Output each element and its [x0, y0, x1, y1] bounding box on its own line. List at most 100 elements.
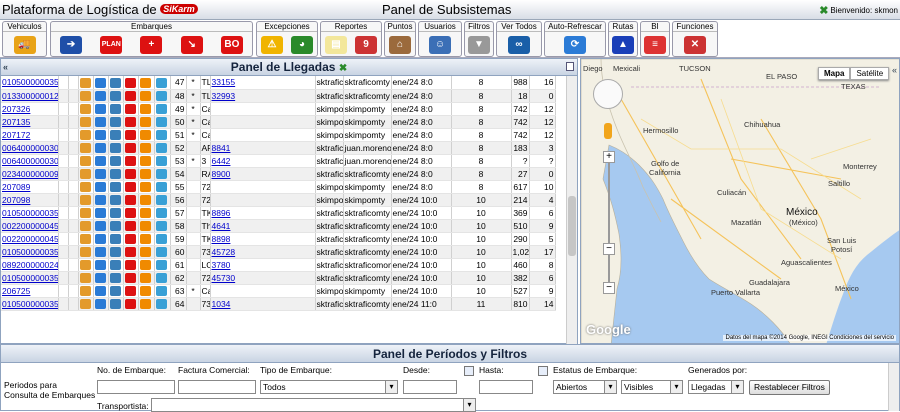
comment-icon[interactable] — [156, 103, 167, 114]
comment-icon[interactable] — [156, 168, 167, 179]
zoom-slider-track[interactable] — [608, 158, 610, 288]
row-code-link[interactable]: 3780 — [212, 260, 231, 270]
map-collapse-icon[interactable]: « — [892, 65, 897, 75]
no-embarque-input[interactable] — [97, 380, 175, 394]
row-id-link[interactable]: 00220000004570 — [2, 221, 57, 231]
row-code-link[interactable]: 45728 — [212, 247, 236, 257]
collapse-left-icon[interactable]: « — [3, 59, 8, 76]
estatus-select[interactable]: Abiertos — [553, 380, 617, 394]
house-icon[interactable]: ⌂ — [389, 35, 411, 54]
comment-icon[interactable] — [156, 129, 167, 140]
pdf-icon[interactable] — [124, 90, 136, 101]
visibilidad-select[interactable]: Visibles — [621, 380, 683, 394]
row-id-link[interactable]: 207089 — [2, 182, 30, 192]
row-id-link[interactable]: 00640000003057 — [2, 156, 57, 166]
pdf-icon[interactable] — [124, 129, 136, 140]
shipment-icon[interactable]: ➔ — [60, 35, 83, 54]
pdf-icon[interactable] — [124, 233, 136, 244]
globe-icon[interactable] — [109, 168, 121, 179]
table-row[interactable]: 01050000003571 57 TK-1038896 sktraficomtysk… — [1, 206, 567, 220]
comment-icon[interactable] — [156, 272, 167, 283]
pdf-icon[interactable] — [124, 207, 136, 218]
pdf-icon[interactable] — [124, 194, 136, 205]
comment-icon[interactable] — [156, 90, 167, 101]
truck-status-icon[interactable] — [140, 220, 151, 231]
row-code-link[interactable]: 8841 — [212, 143, 231, 153]
edit-icon[interactable] — [79, 155, 91, 166]
table-row[interactable]: 207135 50*Caja Amer Asignar Tracto skimpom… — [1, 115, 567, 129]
table-row[interactable]: 00220000004570 58 Thermo 344641 sktraficomt… — [1, 219, 567, 233]
table-row[interactable]: 00220000004569 59 TK-1168898 sktraficomtysk… — [1, 232, 567, 246]
collapse-right-icon[interactable] — [566, 62, 574, 71]
check-icon[interactable] — [94, 168, 106, 179]
edit-icon[interactable] — [79, 103, 91, 114]
edit-icon[interactable] — [79, 168, 91, 179]
hasta-calendar-icon[interactable] — [538, 366, 548, 376]
bo-icon[interactable]: BO — [220, 35, 243, 54]
row-code-link[interactable]: 4641 — [212, 221, 231, 231]
check-icon[interactable] — [94, 285, 106, 296]
comment-icon[interactable] — [156, 298, 167, 309]
edit-icon[interactable] — [79, 142, 91, 153]
comment-icon[interactable] — [156, 155, 167, 166]
check-icon[interactable] — [94, 233, 106, 244]
check-icon[interactable] — [94, 129, 106, 140]
table-row[interactable]: 00640000003063 52 ARV-1138841 sktraficoculj… — [1, 141, 567, 155]
pdf-icon[interactable] — [124, 77, 136, 88]
check-icon[interactable] — [94, 272, 106, 283]
truck-status-icon[interactable] — [140, 142, 151, 153]
edit-icon[interactable] — [79, 129, 91, 140]
globe-icon[interactable] — [109, 90, 121, 101]
truck-status-icon[interactable] — [140, 103, 151, 114]
truck-status-icon[interactable] — [140, 168, 151, 179]
truck-status-icon[interactable] — [140, 194, 151, 205]
pdf-icon[interactable] — [124, 259, 136, 270]
pdf-icon[interactable] — [124, 168, 136, 179]
check-icon[interactable] — [94, 77, 106, 88]
refresh-icon[interactable]: ⟳ — [564, 35, 586, 54]
comment-icon[interactable] — [156, 220, 167, 231]
comment-icon[interactable] — [156, 194, 167, 205]
edit-icon[interactable] — [79, 207, 91, 218]
globe-icon[interactable] — [109, 220, 121, 231]
desde-calendar-icon[interactable] — [464, 366, 474, 376]
edit-icon[interactable] — [79, 194, 91, 205]
plan-icon[interactable]: PLAN — [100, 35, 123, 54]
filters-scrollbar[interactable] — [888, 363, 899, 411]
globe-icon[interactable] — [109, 285, 121, 296]
check-icon[interactable] — [94, 246, 106, 257]
grid-scrollbar[interactable] — [566, 76, 577, 344]
row-id-link[interactable]: 08920000002427 — [2, 260, 57, 270]
truck-status-icon[interactable] — [140, 233, 151, 244]
table-row[interactable]: 08920000002427 61 LC_GDANE_867993780 sktraf… — [1, 258, 567, 272]
truck-status-icon[interactable] — [140, 77, 151, 88]
check-icon[interactable] — [94, 259, 106, 270]
row-id-link[interactable]: 01050000003571 — [2, 208, 57, 218]
check-icon[interactable] — [94, 90, 106, 101]
edit-icon[interactable] — [79, 77, 91, 88]
street-view-pegman-icon[interactable] — [604, 123, 612, 139]
pdf-icon[interactable] — [124, 298, 136, 309]
pdf-icon[interactable] — [124, 103, 136, 114]
map-panel[interactable]: Diego Mexicali TUCSON EL PASO TEXAS Hermosill… — [580, 58, 900, 344]
truck-icon[interactable]: 🚚 — [13, 35, 36, 54]
check-icon[interactable] — [94, 220, 106, 231]
pie-chart-icon[interactable]: ◕ — [291, 35, 313, 54]
row-code-link[interactable]: 45730 — [212, 273, 236, 283]
row-id-link[interactable]: 01050000003567 — [2, 273, 57, 283]
check-icon[interactable] — [94, 155, 106, 166]
funnel-icon[interactable]: ▼ — [468, 35, 490, 54]
globe-icon[interactable] — [109, 142, 121, 153]
row-id-link[interactable]: 207098 — [2, 195, 30, 205]
row-id-link[interactable]: 206725 — [2, 286, 30, 296]
comment-icon[interactable] — [156, 116, 167, 127]
restablecer-filtros-button[interactable]: Restablecer Filtros — [749, 380, 830, 395]
row-code-link[interactable]: 8900 — [212, 169, 231, 179]
table-row[interactable]: 207326 49*Caja Amer Asignar Tracto skimpom… — [1, 102, 567, 116]
truck-status-icon[interactable] — [140, 207, 151, 218]
truck-status-icon[interactable] — [140, 285, 151, 296]
edit-icon[interactable] — [79, 116, 91, 127]
calendar-icon[interactable]: 9 — [355, 35, 377, 54]
table-row[interactable]: 207172 51*Caja Amer Asignar Tracto skimpom… — [1, 128, 567, 142]
globe-icon[interactable] — [109, 155, 121, 166]
